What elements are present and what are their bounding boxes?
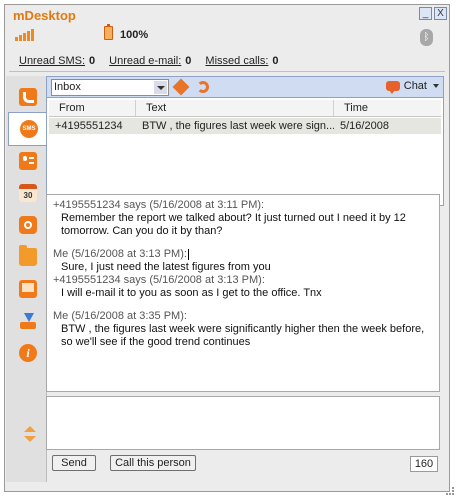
missed-calls-label[interactable]: Missed calls: <box>205 55 268 67</box>
sms-panel: Inbox Chat From Text Time +4195551234 BT… <box>46 76 444 482</box>
column-text[interactable]: Text <box>136 100 334 116</box>
signal-strength-icon <box>15 29 34 41</box>
send-button[interactable]: Send <box>52 455 96 471</box>
message-body: BTW , the figures last week were signifi… <box>61 323 425 348</box>
app-title: mDesktop <box>13 8 76 23</box>
unread-email-count: 0 <box>185 55 192 67</box>
info-icon: i <box>19 344 37 362</box>
sidebar-item-camera[interactable] <box>12 210 42 240</box>
message-body: I will e-mail it to you as soon as I get… <box>61 287 322 299</box>
folder-select-value: Inbox <box>54 81 81 93</box>
text-cursor <box>187 248 189 260</box>
column-time[interactable]: Time <box>334 100 433 116</box>
sidebar-item-about[interactable]: i <box>12 338 42 368</box>
new-message-icon[interactable] <box>172 78 190 96</box>
download-icon <box>19 312 37 330</box>
row-from: +4195551234 <box>55 120 123 132</box>
divider <box>9 71 445 72</box>
message-header: Me (5/16/2008 at 3:35 PM): <box>53 310 187 322</box>
unread-sms-label[interactable]: Unread SMS: <box>19 55 85 67</box>
sidebar-scroll[interactable] <box>24 426 36 442</box>
message-header: +4195551234 says (5/16/2008 at 3:11 PM): <box>53 199 265 211</box>
phone-icon <box>19 88 37 106</box>
folder-select[interactable]: Inbox <box>51 79 169 96</box>
message-body: Sure, I just need the latest figures fro… <box>61 261 271 273</box>
message-header: +4195551234 says (5/16/2008 at 3:13 PM): <box>53 274 265 286</box>
call-person-button[interactable]: Call this person <box>110 455 196 471</box>
sms-icon: SMS <box>20 120 38 138</box>
unread-sms-status[interactable]: Unread SMS: 0 <box>19 55 95 67</box>
unread-email-label[interactable]: Unread e-mail: <box>109 55 181 67</box>
calendar-icon: 30 <box>19 184 37 202</box>
chat-label: Chat <box>403 80 427 92</box>
chat-icon <box>385 81 400 94</box>
sms-toolbar: Inbox Chat <box>46 76 444 98</box>
message-header: Me (5/16/2008 at 3:13 PM): <box>53 248 189 260</box>
sidebar-item-install[interactable] <box>12 306 42 336</box>
resize-grip-icon[interactable] <box>446 487 454 495</box>
contacts-icon <box>19 152 37 170</box>
chevron-down-icon[interactable] <box>154 81 167 94</box>
chevron-down-icon <box>433 84 439 88</box>
chat-button[interactable]: Chat <box>385 80 439 94</box>
message-body: Remember the report we talked about? It … <box>61 212 406 237</box>
message-list: From Text Time +4195551234 BTW , the fig… <box>46 98 444 206</box>
battery-icon <box>104 24 113 40</box>
unread-email-status[interactable]: Unread e-mail: 0 <box>109 55 191 67</box>
table-row[interactable]: +4195551234 BTW , the figures last week … <box>49 118 441 134</box>
sidebar-item-screen[interactable] <box>12 274 42 304</box>
missed-calls-status[interactable]: Missed calls: 0 <box>205 55 278 67</box>
battery-level: 100% <box>120 29 149 41</box>
bluetooth-icon: ᛒ <box>420 29 433 46</box>
status-bar: Unread SMS: 0 Unread e-mail: 0 Missed call… <box>19 55 279 67</box>
sidebar-item-sms[interactable]: SMS <box>8 112 48 146</box>
compose-input[interactable] <box>46 396 440 450</box>
missed-calls-count: 0 <box>272 55 279 67</box>
sidebar-item-calendar[interactable]: 30 <box>12 178 42 208</box>
camera-icon <box>19 216 37 234</box>
sidebar: SMS 30 i <box>6 76 48 482</box>
close-button[interactable]: X <box>434 7 447 20</box>
scroll-down-icon[interactable] <box>24 436 36 442</box>
conversation-view[interactable]: +4195551234 says (5/16/2008 at 3:11 PM):… <box>46 194 440 392</box>
sidebar-item-files[interactable] <box>12 242 42 272</box>
unread-sms-count: 0 <box>89 55 96 67</box>
column-from[interactable]: From <box>49 100 136 116</box>
sidebar-item-contacts[interactable] <box>12 146 42 176</box>
message-list-header: From Text Time <box>49 100 441 117</box>
row-text: BTW , the figures last week were sign... <box>142 120 334 132</box>
scroll-up-icon[interactable] <box>24 426 36 432</box>
minimize-button[interactable]: _ <box>419 7 432 20</box>
sidebar-item-calls[interactable] <box>12 82 42 112</box>
row-time: 5/16/2008 <box>340 120 389 132</box>
window-controls: _ X <box>419 7 447 20</box>
screen-icon <box>19 280 37 298</box>
folder-icon <box>19 245 37 266</box>
char-counter: 160 <box>410 456 438 472</box>
refresh-icon[interactable] <box>197 81 209 93</box>
